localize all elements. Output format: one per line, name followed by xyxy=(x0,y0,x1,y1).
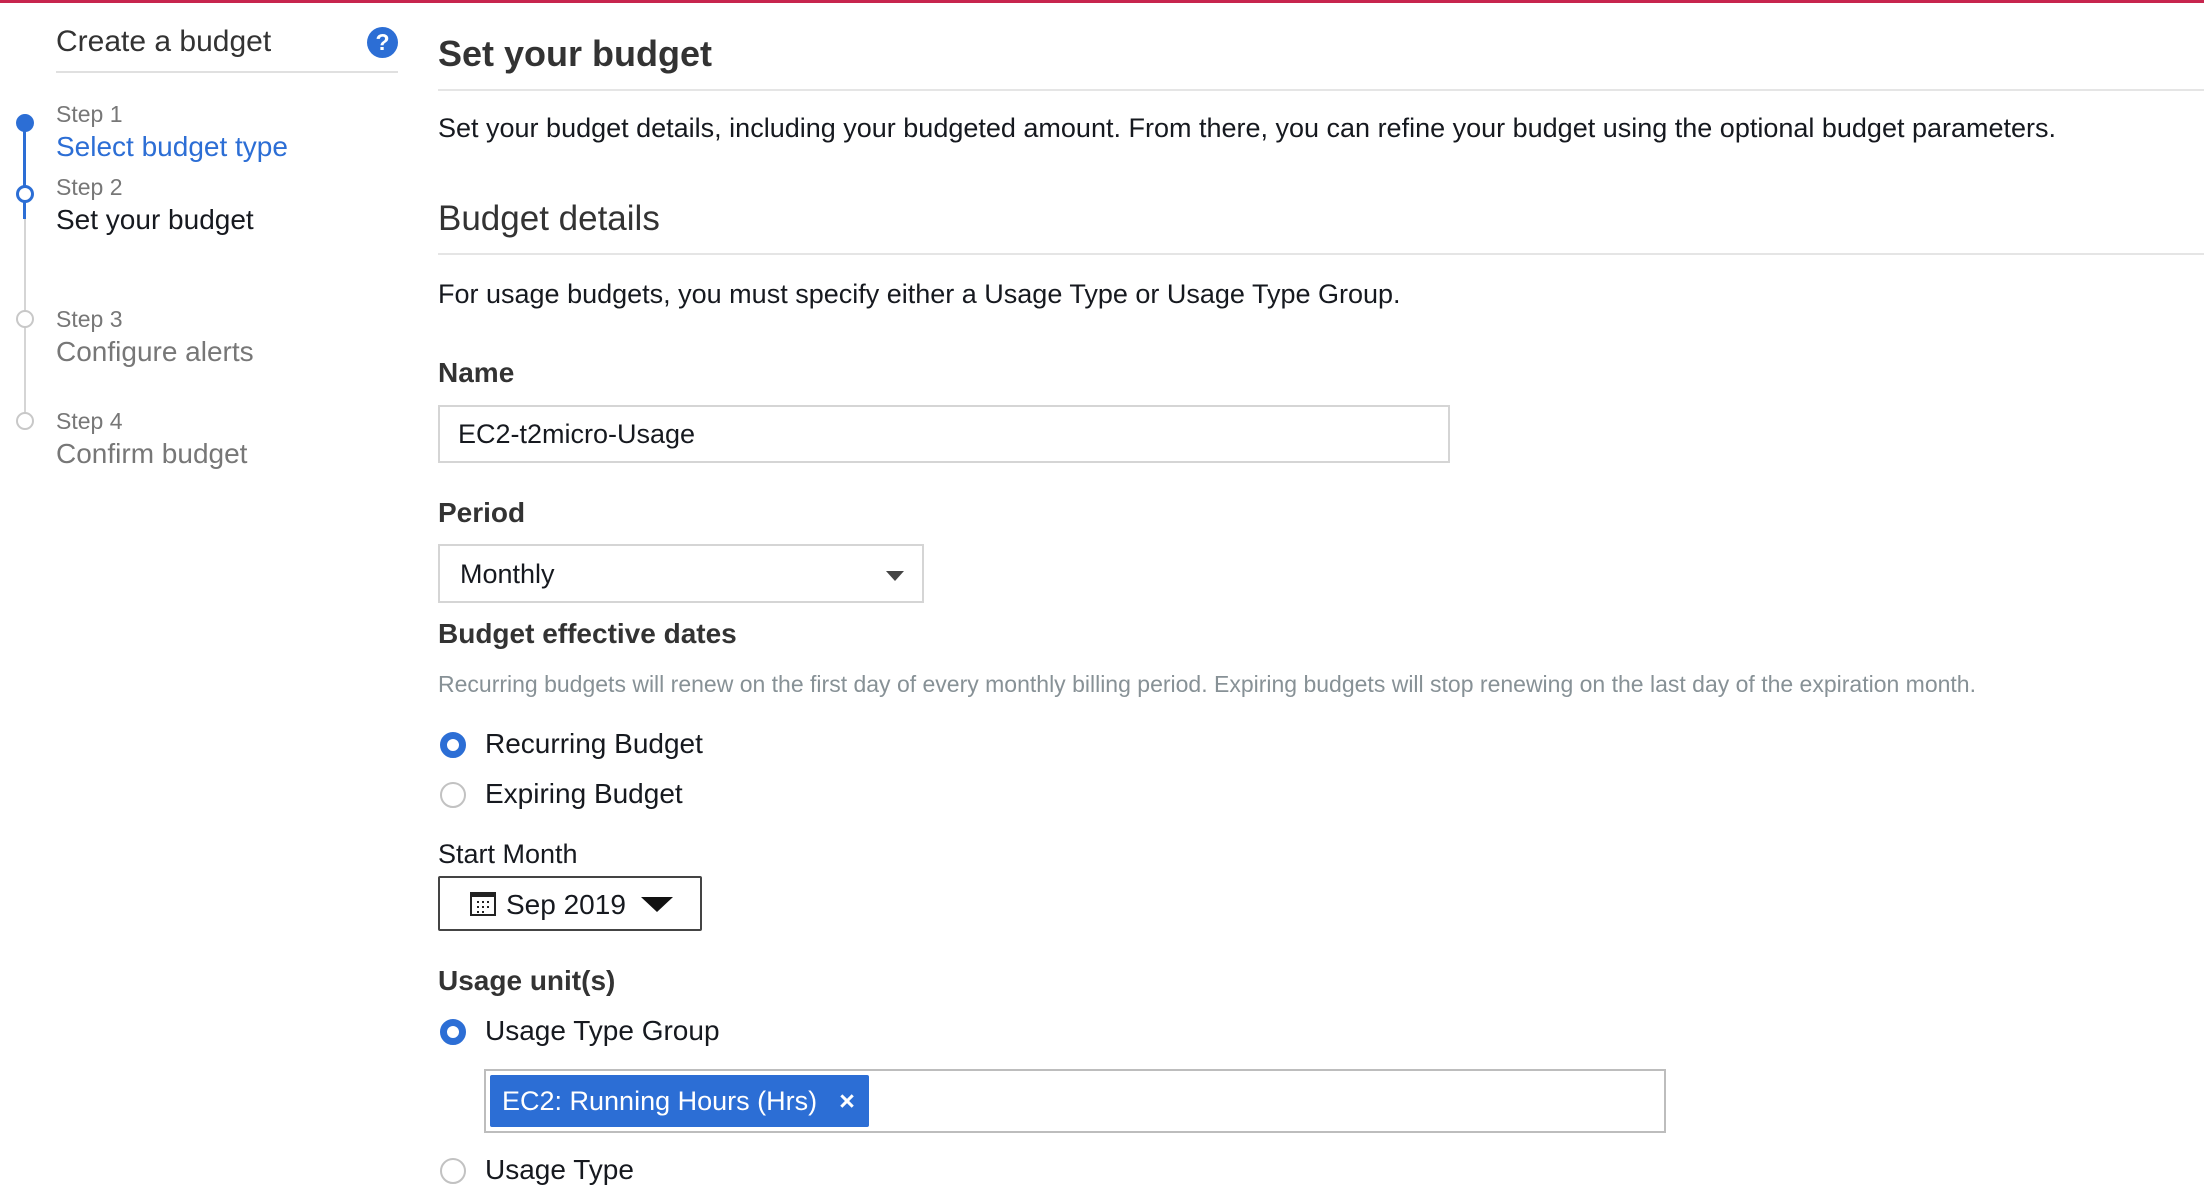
wizard-steps: Step 1 Select budget type Step 2 Set you… xyxy=(0,3,400,1196)
step-number: Step 4 xyxy=(56,408,123,434)
usage-note: For usage budgets, you must specify eith… xyxy=(438,279,1401,309)
budget-page: Create a budget ? Step 1 Select budget t… xyxy=(0,0,2204,1196)
budget-name-input[interactable] xyxy=(438,405,1450,463)
page-title: Set your budget xyxy=(438,33,713,74)
step-number: Step 3 xyxy=(56,306,123,332)
selected-token: EC2: Running Hours (Hrs) × xyxy=(490,1075,869,1127)
step-current-icon xyxy=(16,185,34,203)
start-month-label: Start Month xyxy=(438,839,578,869)
step-number: Step 2 xyxy=(56,174,123,200)
name-label: Name xyxy=(438,357,515,388)
step-label-select-budget-type[interactable]: Select budget type xyxy=(56,131,288,163)
period-label: Period xyxy=(438,497,526,528)
step-pending-icon xyxy=(16,310,34,328)
token-label: EC2: Running Hours (Hrs) xyxy=(502,1085,818,1116)
radio-label: Usage Type Group xyxy=(485,1015,720,1046)
radio-label: Usage Type xyxy=(485,1154,634,1185)
radio-label: Expiring Budget xyxy=(485,778,683,809)
step-complete-icon xyxy=(16,114,34,132)
step-label-set-your-budget: Set your budget xyxy=(56,204,254,235)
step-label-configure-alerts: Configure alerts xyxy=(56,336,254,367)
radio-unselected-icon[interactable] xyxy=(440,1158,466,1184)
section-title: Budget details xyxy=(438,199,660,238)
wizard-sidebar: Create a budget ? Step 1 Select budget t… xyxy=(0,3,400,1196)
usage-type-group-input[interactable]: EC2: Running Hours (Hrs) × xyxy=(484,1069,1666,1133)
radio-label: Recurring Budget xyxy=(485,728,703,759)
chevron-down-icon xyxy=(886,571,904,581)
step-label-confirm-budget: Confirm budget xyxy=(56,438,248,469)
start-month-value: Sep 2019 xyxy=(506,889,626,920)
intro-text: Set your budget details, including your … xyxy=(438,113,2057,143)
close-icon[interactable]: × xyxy=(839,1086,855,1117)
section-divider xyxy=(438,253,2204,255)
radio-selected-icon[interactable] xyxy=(440,1019,466,1045)
effective-dates-help: Recurring budgets will renew on the firs… xyxy=(438,671,1976,697)
step-3: Step 3 Configure alerts xyxy=(0,300,400,390)
start-month-picker[interactable]: Sep 2019 xyxy=(438,876,702,931)
radio-selected-icon[interactable] xyxy=(440,732,466,758)
main-content: Set your budget Set your budget details,… xyxy=(438,3,2204,1196)
usage-units-label: Usage unit(s) xyxy=(438,965,616,996)
calendar-icon xyxy=(470,892,496,916)
period-value: Monthly xyxy=(460,559,555,589)
period-select[interactable]: Monthly xyxy=(438,544,924,603)
caret-down-icon xyxy=(641,897,673,912)
radio-unselected-icon[interactable] xyxy=(440,782,466,808)
step-2: Step 2 Set your budget xyxy=(0,168,400,258)
step-4: Step 4 Confirm budget xyxy=(0,402,400,492)
step-pending-icon xyxy=(16,412,34,430)
title-divider xyxy=(438,89,2204,91)
effective-dates-label: Budget effective dates xyxy=(438,618,737,649)
step-number: Step 1 xyxy=(56,101,123,127)
